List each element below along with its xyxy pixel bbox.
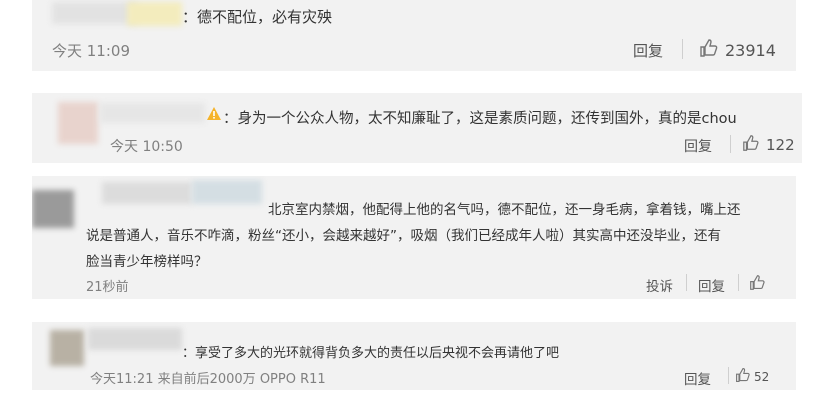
blurred-username (192, 180, 262, 204)
reply-button[interactable]: 回复 (684, 136, 712, 156)
comment-card-3: 北京室内禁烟，他配得上他的名气吗，德不配位，还一身毛病，拿着钱，嘴上还 说是普通… (32, 176, 796, 299)
thumbs-up-icon (699, 38, 719, 62)
divider (738, 274, 739, 291)
comment-text: ：享受了多大的光环就得背负多大的责任以后央视不会再请他了吧 (182, 346, 560, 361)
comment-text-line-3: 脸当青少年榜样吗？ (86, 254, 208, 270)
comment-card-4: ：享受了多大的光环就得背负多大的责任以后央视不会再请他了吧 今天11:21 来自… (32, 322, 796, 390)
divider (730, 135, 731, 153)
like-button[interactable]: 122 (742, 134, 795, 156)
thumbs-up-icon (749, 274, 766, 295)
divider (728, 367, 729, 384)
comment-timestamp: 今天11:21 来自前后2000万 OPPO R11 (90, 372, 326, 387)
blurred-username (100, 103, 205, 123)
comment-card-1: ：德不配位，必有灾殃 今天 11:09 回复 23914 (32, 0, 796, 71)
report-button[interactable]: 投诉 (646, 275, 673, 295)
comment-timestamp: 今天 11:09 (52, 42, 130, 60)
comment-text-line-1: 北京室内禁烟，他配得上他的名气吗，德不配位，还一身毛病，拿着钱，嘴上还 (268, 202, 741, 218)
warning-icon (206, 106, 222, 125)
comment-timestamp: 今天 10:50 (110, 139, 183, 155)
blurred-username (52, 2, 137, 24)
thumbs-up-icon (742, 134, 760, 156)
avatar (50, 330, 84, 366)
blurred-username (88, 328, 182, 350)
blurred-username (127, 2, 182, 26)
like-count: 52 (754, 369, 770, 384)
reply-button[interactable]: 回复 (698, 275, 725, 295)
comment-card-2: ：身为一个公众人物，太不知廉耻了，这是素质问题，还传到国外，真的是chou 今天… (32, 93, 802, 163)
like-button[interactable] (749, 274, 772, 295)
like-button[interactable]: 23914 (699, 38, 776, 62)
avatar (32, 190, 74, 228)
comment-text: ：身为一个公众人物，太不知廉耻了，这是素质问题，还传到国外，真的是chou (223, 111, 737, 127)
like-count: 122 (766, 136, 795, 154)
comment-text: ：德不配位，必有灾殃 (182, 8, 333, 26)
comment-text-line-2: 说是普通人，音乐不咋滴，粉丝“还小，会越来越好”，吸烟（我们已经成年人啦）其实高… (86, 228, 721, 244)
divider (682, 39, 683, 59)
reply-button[interactable]: 回复 (684, 368, 711, 388)
like-count: 23914 (725, 40, 776, 60)
comment-timestamp: 21秒前 (86, 280, 129, 295)
avatar (58, 102, 98, 144)
thumbs-up-icon (735, 367, 751, 386)
reply-button[interactable]: 回复 (633, 40, 663, 61)
divider (686, 274, 687, 291)
like-button[interactable]: 52 (735, 367, 769, 386)
blurred-username (102, 182, 192, 204)
